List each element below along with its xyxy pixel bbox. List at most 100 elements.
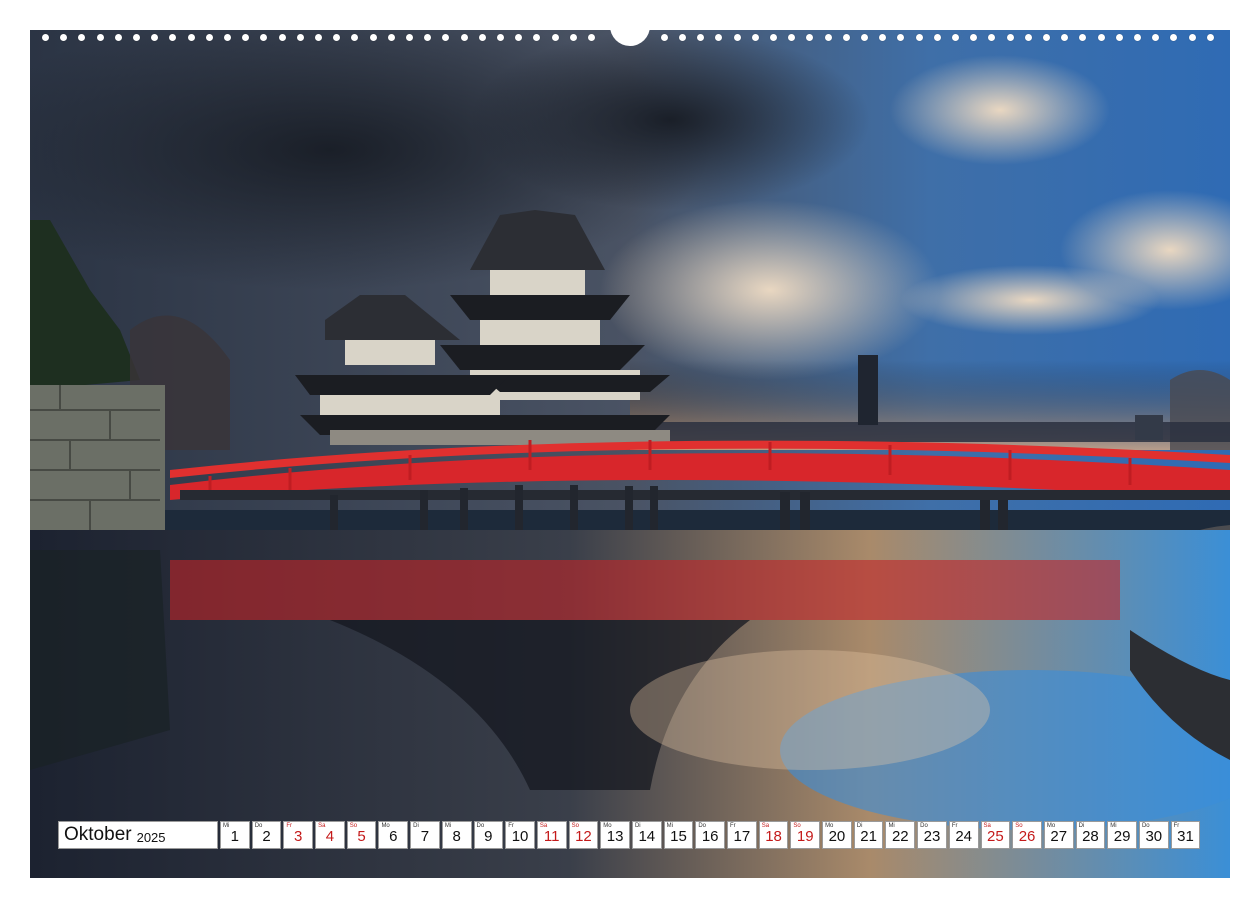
calendar-day: Mi 8 [441, 821, 472, 849]
binding-hole [1152, 34, 1160, 41]
binding-hole [442, 34, 450, 41]
binding-hole [478, 34, 486, 41]
calendar-day: Do 16 [695, 821, 725, 849]
binding-hole [988, 34, 996, 41]
calendar-strip: Oktober 2025 Mi 1 Do 2 Fr 3 Sa 4 So 5 Mo 6 Di 7 Mi 8 Do 9… [58, 821, 1201, 849]
day-number: 12 [575, 828, 592, 845]
day-number: 4 [325, 828, 335, 845]
day-number: 9 [484, 828, 493, 845]
day-number: 15 [670, 828, 687, 845]
day-number: 21 [860, 828, 877, 845]
calendar-day: Sa 11 [536, 821, 567, 849]
binding-hole [952, 34, 959, 41]
binding-hole [205, 34, 213, 41]
binding-hole [533, 34, 541, 41]
binding-hole [278, 34, 286, 41]
binding-hole [460, 34, 468, 41]
calendar-day: Mi 1 [220, 821, 250, 849]
binding-hole [169, 34, 177, 41]
day-number: 27 [1050, 828, 1068, 845]
day-number: 10 [511, 828, 529, 845]
binding-hole [551, 34, 559, 41]
calendar-day: So 26 [1012, 821, 1042, 849]
binding-hole [1188, 34, 1196, 41]
calendar-day: So 12 [568, 821, 599, 849]
calendar-day: So 5 [346, 821, 377, 849]
binding-hole [1043, 34, 1050, 41]
binding-hole [96, 34, 104, 41]
day-number: 30 [1145, 828, 1163, 845]
binding-hole [569, 34, 577, 41]
calendar-day: Di 14 [631, 821, 662, 849]
calendar-day: Do 30 [1138, 821, 1169, 849]
binding-hole [897, 34, 905, 41]
month-label: Oktober 2025 [58, 821, 218, 849]
calendar-day: Di 7 [410, 821, 440, 849]
binding-hole [697, 34, 705, 41]
binding-hole [351, 34, 359, 41]
binding-hole [751, 34, 759, 41]
binding-hole [770, 34, 777, 41]
binding-hole [806, 34, 814, 41]
binding-hole [861, 34, 868, 41]
day-number: 13 [606, 828, 624, 845]
binding-hole [1079, 34, 1087, 41]
binding-hole [915, 34, 923, 41]
day-number: 6 [389, 828, 398, 845]
binding-hole [588, 34, 595, 41]
calendar-day: Mo 27 [1043, 821, 1074, 849]
day-number: 17 [733, 828, 751, 845]
binding-hole [369, 34, 377, 41]
calendar-day: Sa 25 [980, 821, 1011, 849]
day-number: 25 [987, 828, 1004, 845]
binding-hole [879, 34, 887, 41]
calendar-day: Do 9 [473, 821, 504, 849]
calendar-day: Mi 15 [663, 821, 694, 849]
binding-hole [933, 34, 941, 41]
calendar-day: Mi 29 [1107, 821, 1137, 849]
binding-hole [224, 34, 231, 41]
calendar-day: Mo 20 [822, 821, 852, 849]
binding-hole [260, 34, 268, 41]
year: 2025 [136, 829, 166, 845]
binding-hole [296, 34, 304, 41]
day-number: 22 [891, 828, 909, 845]
binding-hole [133, 34, 140, 41]
day-number: 31 [1177, 828, 1194, 845]
binding-hole [824, 34, 832, 41]
day-number: 1 [230, 828, 240, 845]
binding-hole [1134, 34, 1141, 41]
calendar-day: Sa 4 [315, 821, 345, 849]
calendar-day: So 19 [790, 821, 821, 849]
calendar-day: Fr 24 [948, 821, 979, 849]
day-number: 7 [420, 828, 430, 845]
binding-hole [679, 34, 686, 41]
binding-hole [660, 34, 668, 41]
binding-hole [1206, 34, 1214, 41]
binding-hole [1097, 34, 1105, 41]
day-number: 2 [262, 828, 271, 845]
day-number: 26 [1018, 828, 1036, 845]
calendar-day: Di 21 [853, 821, 884, 849]
binding-hole [42, 34, 49, 41]
calendar-day: Mi 22 [885, 821, 916, 849]
binding-hole [60, 34, 68, 41]
calendar-day: Sa 18 [758, 821, 789, 849]
binding-hole [315, 34, 322, 41]
day-number: 3 [294, 828, 303, 845]
day-number: 19 [796, 828, 814, 845]
day-number: 14 [638, 828, 656, 845]
binding-hole [1024, 34, 1032, 41]
binding-hole [497, 34, 504, 41]
binding-hole [715, 34, 723, 41]
day-number: 18 [765, 828, 782, 845]
day-number: 28 [1082, 828, 1099, 845]
calendar-photo [30, 30, 1230, 878]
binding-hole [1061, 34, 1069, 41]
calendar-day: Di 28 [1075, 821, 1106, 849]
day-number: 29 [1113, 828, 1131, 845]
binding-hole [1006, 34, 1014, 41]
calendar-day: Fr 3 [283, 821, 314, 849]
binding-hole [733, 34, 741, 41]
day-number: 20 [828, 828, 846, 845]
